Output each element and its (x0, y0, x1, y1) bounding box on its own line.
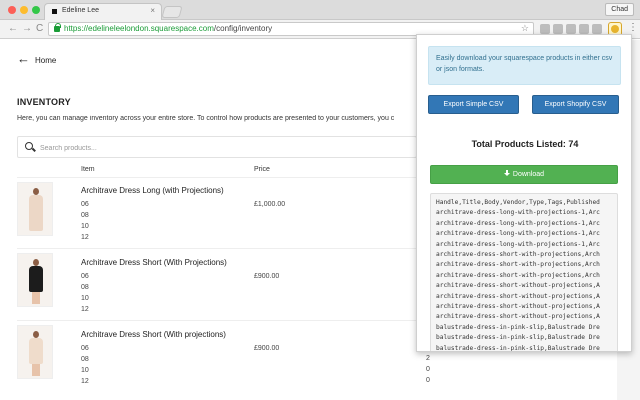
product-name: Architrave Dress Short (With Projections… (81, 258, 227, 267)
extension-icon[interactable] (553, 24, 563, 34)
search-icon (25, 142, 33, 150)
csv-output-line: architrave-dress-short-with-projections,… (436, 251, 600, 259)
arrow-left-icon: ← (17, 51, 30, 66)
product-name: Architrave Dress Long (with Projections) (81, 186, 224, 195)
export-shopify-csv-button[interactable]: Export Shopify CSV (532, 95, 619, 114)
csv-output-line: architrave-dress-short-without-projectio… (436, 292, 600, 300)
csv-output-line: architrave-dress-short-without-projectio… (436, 282, 600, 290)
divider (17, 320, 417, 321)
product-image (17, 253, 53, 307)
extension-icon[interactable] (579, 24, 589, 34)
reload-icon[interactable]: C (36, 23, 43, 34)
product-price: £1,000.00 (254, 201, 286, 208)
tab-title: Edeline Lee (62, 7, 99, 14)
tab-close-icon[interactable]: × (150, 6, 155, 15)
divider (17, 248, 417, 249)
column-header-price[interactable]: Price (254, 166, 270, 173)
extension-icon[interactable] (566, 24, 576, 34)
csv-output-line: architrave-dress-long-with-projections-1… (436, 219, 600, 227)
variant-size: 10 (81, 295, 89, 302)
back-nav-icon[interactable]: ← (8, 23, 18, 34)
column-header-item[interactable]: Item (81, 166, 95, 173)
new-tab-button[interactable] (161, 6, 183, 18)
divider (17, 177, 417, 178)
product-name: Architrave Dress Short (With projections… (81, 330, 226, 339)
csv-output-line: balustrade-dress-in-pink-slip,Balustrade… (436, 323, 600, 331)
maximize-window-button[interactable] (32, 6, 40, 14)
profile-button[interactable]: Chad (605, 3, 634, 16)
product-price: £900.00 (254, 273, 280, 280)
minimize-window-button[interactable] (20, 6, 28, 14)
variant-size: 12 (81, 306, 89, 313)
csv-output-line: architrave-dress-long-with-projections-1… (436, 240, 600, 248)
csv-output-line: balustrade-dress-in-pink-slip,Balustrade… (436, 344, 600, 352)
product-image (17, 182, 53, 236)
variant-size: 06 (81, 201, 89, 208)
browser-tab[interactable]: Edeline Lee × (44, 3, 162, 20)
csv-output-line: balustrade-dress-in-pink-slip,Balustrade… (436, 334, 600, 342)
variant-quantity[interactable]: 0 (426, 377, 430, 384)
extension-popup: Easily download your squarespace product… (416, 34, 632, 352)
page-description: Here, you can manage inventory across yo… (17, 115, 395, 122)
variant-size: 12 (81, 378, 89, 385)
search-box (17, 136, 417, 158)
variant-size: 06 (81, 273, 89, 280)
csv-output-line: architrave-dress-short-without-projectio… (436, 303, 600, 311)
total-products-label: Total Products Listed: 74 (471, 139, 579, 149)
close-window-button[interactable] (8, 6, 16, 14)
download-button[interactable]: Download (430, 165, 618, 184)
page-title: INVENTORY (17, 97, 71, 107)
csv-output-line: architrave-dress-long-with-projections-1… (436, 230, 600, 238)
csv-output-line: architrave-dress-short-with-projections,… (436, 271, 600, 279)
browser-menu-icon[interactable]: ⋮ (628, 22, 638, 33)
variant-size: 10 (81, 223, 89, 230)
variant-size: 10 (81, 367, 89, 374)
extension-icon[interactable] (592, 24, 602, 34)
extension-icon[interactable] (540, 24, 550, 34)
search-input[interactable] (40, 142, 410, 154)
bookmark-star-icon[interactable]: ☆ (521, 23, 529, 34)
variant-size: 06 (81, 345, 89, 352)
info-notice: Easily download your squarespace product… (428, 46, 621, 85)
back-label: Home (35, 56, 57, 65)
csv-output-line: architrave-dress-long-with-projections-1… (436, 209, 600, 217)
csv-output-line: Handle,Title,Body,Vendor,Type,Tags,Publi… (436, 199, 600, 206)
product-price: £900.00 (254, 345, 280, 352)
download-label: Download (512, 171, 545, 178)
url-text: https://edelineleelondon.squarespace.com… (64, 24, 273, 33)
forward-nav-icon[interactable]: → (22, 23, 32, 34)
csv-output-line: architrave-dress-short-with-projections,… (436, 261, 600, 269)
variant-quantity[interactable]: 2 (426, 355, 430, 362)
variant-size: 08 (81, 356, 89, 363)
variant-quantity[interactable]: 0 (426, 366, 430, 373)
csv-output-textarea[interactable]: Handle,Title,Body,Vendor,Type,Tags,Publi… (430, 193, 618, 352)
csv-output-line: architrave-dress-short-without-projectio… (436, 313, 600, 321)
product-image (17, 325, 53, 379)
squarespace-favicon-icon (52, 9, 57, 14)
lock-icon (54, 23, 61, 32)
variant-size: 08 (81, 212, 89, 219)
window-titlebar: Edeline Lee × Chad (0, 0, 640, 20)
download-icon (503, 170, 510, 177)
export-simple-csv-button[interactable]: Export Simple CSV (428, 95, 519, 114)
variant-size: 08 (81, 284, 89, 291)
variant-size: 12 (81, 234, 89, 241)
